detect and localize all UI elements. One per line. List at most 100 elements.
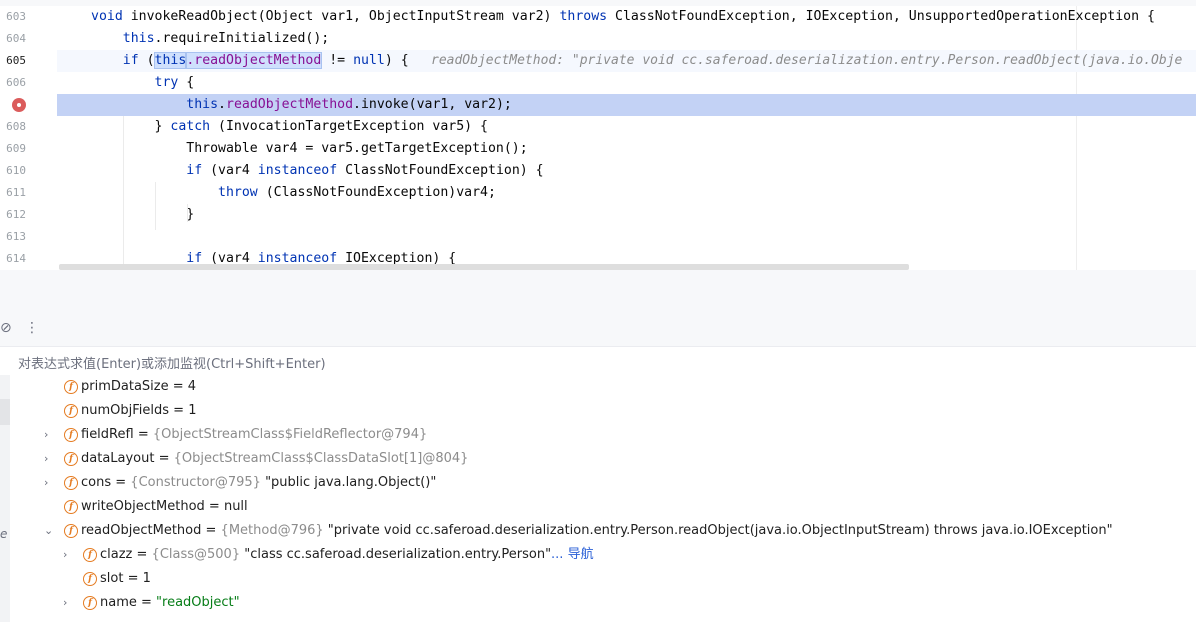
code-token: void <box>91 9 131 24</box>
frames-panel-edge[interactable]: e <box>0 375 10 622</box>
execution-point-line[interactable]: this.readObjectMethod.invoke(var1, var2)… <box>57 94 1196 116</box>
variable-name: slot <box>100 571 124 586</box>
line-number[interactable]: 614 <box>0 248 26 270</box>
code-token: ClassNotFoundException) { <box>345 163 544 178</box>
line-number[interactable]: 611 <box>0 182 26 204</box>
line-number[interactable]: 606 <box>0 72 26 94</box>
variable-row[interactable]: f numObjFields = 1 <box>10 399 1196 423</box>
expand-chevron-icon[interactable]: › <box>44 423 54 447</box>
variable-value: 1 <box>188 403 197 418</box>
variable-row[interactable]: ⌄ f readObjectMethod = {Method@796} "priva… <box>10 519 1196 543</box>
code-line[interactable]: if (this.readObjectMethod != null) {read… <box>57 50 1196 72</box>
variable-row[interactable]: f slot = 1 <box>10 567 1196 591</box>
variable-reference: {Constructor@795} <box>130 475 266 490</box>
inline-value-hint: readObjectMethod: "private void cc.safer… <box>431 53 1183 68</box>
field-icon: f <box>83 596 97 610</box>
code-token: catch <box>170 119 219 134</box>
variable-row[interactable]: › f cons = {Constructor@795} "public java.… <box>10 471 1196 495</box>
selected-frame-marker <box>0 399 10 425</box>
code-line[interactable]: } catch (InvocationTargetException var5)… <box>57 116 1196 138</box>
variable-text: primDataSize = 4 <box>81 375 196 399</box>
code-token: this <box>186 97 219 112</box>
expand-chevron-icon[interactable]: › <box>44 447 54 471</box>
code-text: this.readObjectMethod.invoke(var1, var2)… <box>91 94 512 116</box>
expand-chevron-icon[interactable]: › <box>63 591 73 615</box>
variable-name: writeObjectMethod <box>81 499 205 514</box>
more-options-icon[interactable]: ⋮ <box>25 320 39 336</box>
mute-breakpoints-icon[interactable]: ⊘ <box>0 320 12 336</box>
variables-tree: e f primDataSize = 4 f numObjFields = 1 › f fi… <box>0 375 1196 622</box>
variable-text: numObjFields = 1 <box>81 399 196 423</box>
code-token: instanceof <box>257 163 346 178</box>
variable-name: name <box>100 595 137 610</box>
variable-value: null <box>223 499 248 514</box>
code-text: if (var4 instanceof ClassNotFoundExcepti… <box>91 160 544 182</box>
variable-separator: = <box>204 499 224 514</box>
expand-chevron-icon[interactable]: › <box>63 543 73 567</box>
variable-reference: {ObjectStreamClass$ClassDataSlot[1]@804} <box>173 451 469 466</box>
collapse-chevron-icon[interactable]: ⌄ <box>44 519 54 543</box>
code-text: } <box>91 204 194 226</box>
variable-value: "public java.lang.Object()" <box>265 475 437 490</box>
variable-text: fieldRefl = {ObjectStreamClass$FieldRefl… <box>81 423 427 447</box>
line-number[interactable]: 613 <box>0 226 26 248</box>
field-icon: f <box>64 404 78 418</box>
code-area[interactable]: void invokeReadObject(Object var1, Objec… <box>57 6 1196 270</box>
navigate-link[interactable]: ... 导航 <box>551 547 594 562</box>
variable-text: clazz = {Class@500} "class cc.saferoad.d… <box>100 543 594 567</box>
code-editor[interactable]: 603 604 605 606 608 609 610 611 612 613 614 void i… <box>0 6 1196 270</box>
code-line[interactable]: this.requireInitialized(); <box>57 28 1196 50</box>
code-token: throws <box>559 9 616 24</box>
code-token: readObjectMethod <box>226 97 354 112</box>
line-number[interactable]: 605 <box>0 50 26 72</box>
breakpoint-icon[interactable] <box>12 98 26 112</box>
line-number[interactable]: 612 <box>0 204 26 226</box>
variable-row[interactable]: › f dataLayout = {ObjectStreamClass$ClassD… <box>10 447 1196 471</box>
variable-row[interactable]: › f fieldRefl = {ObjectStreamClass$FieldRe… <box>10 423 1196 447</box>
variable-value: "private void cc.saferoad.deserializatio… <box>327 523 1113 538</box>
code-line[interactable]: try { <box>57 72 1196 94</box>
line-number[interactable]: 610 <box>0 160 26 182</box>
code-token: ) { <box>384 53 409 68</box>
evaluate-expression-field[interactable]: 对表达式求值(Enter)或添加监视(Ctrl+Shift+Enter) <box>0 346 1196 376</box>
code-token: } <box>91 119 171 134</box>
code-token: .readObjectMethod <box>185 52 323 69</box>
variable-reference: {Class@500} <box>151 547 245 562</box>
variable-separator: = <box>111 475 131 490</box>
expand-chevron-icon[interactable]: › <box>44 471 54 495</box>
code-line[interactable]: } <box>57 204 1196 226</box>
line-number[interactable]: 608 <box>0 116 26 138</box>
code-line[interactable]: if (var4 instanceof ClassNotFoundExcepti… <box>57 160 1196 182</box>
code-line[interactable]: void invokeReadObject(Object var1, Objec… <box>57 6 1196 28</box>
variable-separator: = <box>201 523 221 538</box>
field-icon: f <box>64 428 78 442</box>
code-token: .requireInitialized(); <box>154 31 330 46</box>
line-number[interactable]: 604 <box>0 28 26 50</box>
code-token: throw <box>218 185 266 200</box>
code-line[interactable]: throw (ClassNotFoundException)var4; <box>57 182 1196 204</box>
variable-row[interactable]: › f clazz = {Class@500} "class cc.saferoad… <box>10 543 1196 567</box>
variable-separator: = <box>123 571 143 586</box>
variable-row[interactable]: f primDataSize = 4 <box>10 375 1196 399</box>
code-token: null <box>353 53 385 68</box>
line-number[interactable]: 603 <box>0 6 26 28</box>
code-line[interactable] <box>57 226 1196 248</box>
code-token: if <box>122 53 147 68</box>
variable-row[interactable]: f writeObjectMethod = null <box>10 495 1196 519</box>
code-line[interactable]: Throwable var4 = var5.getTargetException… <box>57 138 1196 160</box>
code-token: .invoke(var1, var2); <box>353 97 512 112</box>
code-token: (InvocationTargetException var5) { <box>218 119 488 134</box>
variable-value: 4 <box>187 379 197 394</box>
code-text: Throwable var4 = var5.getTargetException… <box>91 138 528 160</box>
code-token: Throwable var4 = var5.getTargetException… <box>91 141 528 156</box>
line-number[interactable]: 609 <box>0 138 26 160</box>
frames-panel-label: e <box>0 527 8 541</box>
line-number-gutter[interactable]: 603 604 605 606 608 609 610 611 612 613 614 <box>0 6 57 270</box>
code-text: void invokeReadObject(Object var1, Objec… <box>91 6 1155 28</box>
variable-text: cons = {Constructor@795} "public java.la… <box>81 471 436 495</box>
variable-row[interactable]: › f name = "readObject" <box>10 591 1196 615</box>
variable-value: "readObject" <box>156 595 240 610</box>
